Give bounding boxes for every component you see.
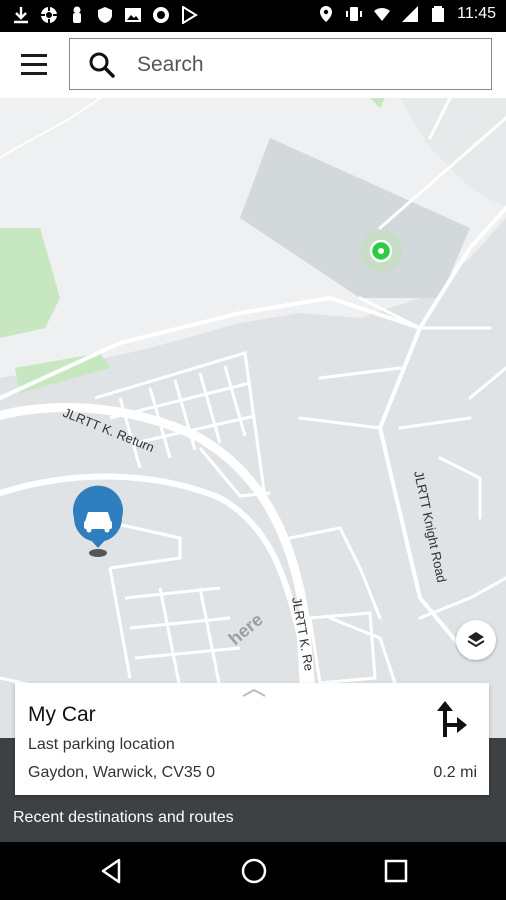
download-icon xyxy=(14,7,28,24)
status-time: 11:45 xyxy=(457,5,496,22)
battery-icon xyxy=(432,6,445,22)
search-box[interactable] xyxy=(69,38,492,90)
card-distance: 0.2 mi xyxy=(433,764,477,781)
play-store-icon xyxy=(182,6,198,24)
back-icon[interactable] xyxy=(97,856,127,886)
hamburger-menu-icon[interactable] xyxy=(21,54,47,76)
map-layers-button[interactable] xyxy=(456,620,496,660)
image-icon xyxy=(125,8,141,22)
search-input[interactable] xyxy=(135,47,479,83)
layers-icon xyxy=(467,632,485,648)
recents-icon[interactable] xyxy=(381,856,411,886)
recent-destinations-link[interactable]: Recent destinations and routes xyxy=(13,809,234,827)
card-subtitle: Last parking location xyxy=(28,736,175,753)
status-bar: 11:45 xyxy=(0,0,506,32)
wifi-icon xyxy=(374,7,391,21)
card-title: My Car xyxy=(28,703,96,726)
chevron-up-icon[interactable] xyxy=(242,689,266,697)
settings-cog-icon xyxy=(41,7,57,23)
shield-icon xyxy=(98,7,112,23)
my-car-card[interactable]: My Car Last parking location Gaydon, War… xyxy=(15,683,489,795)
card-address: Gaydon, Warwick, CV35 0 xyxy=(28,764,216,781)
home-icon[interactable] xyxy=(239,856,269,886)
hand-icon xyxy=(73,6,81,23)
directions-icon[interactable] xyxy=(433,699,471,739)
signal-icon xyxy=(402,6,419,22)
location-pin-icon xyxy=(320,6,333,22)
system-nav-bar xyxy=(0,842,506,900)
search-icon xyxy=(89,52,115,78)
circle-icon xyxy=(153,7,169,23)
vibrate-icon xyxy=(346,7,363,21)
top-bar xyxy=(0,32,506,98)
